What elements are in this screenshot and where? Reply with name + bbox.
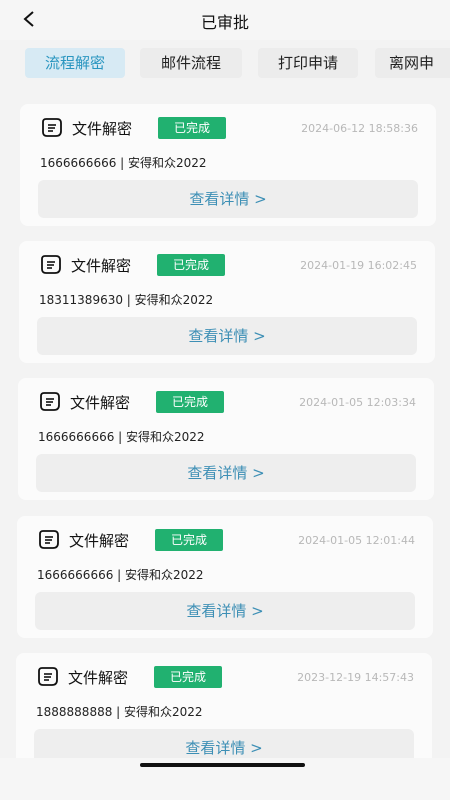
card-info: 1666666666 | 安得和众2022 [40,156,207,170]
tab-offline-request[interactable]: 离网申 [375,48,450,78]
status-badge: 已完成 [157,254,225,276]
status-badge: 已完成 [158,117,226,139]
approval-card: 文件解密 已完成 2024-01-19 16:02:45 18311389630… [19,241,435,363]
tab-process-decrypt[interactable]: 流程解密 [25,48,125,78]
document-icon [40,117,64,139]
card-title: 文件解密 [68,669,129,687]
document-icon [38,391,62,413]
approval-card: 文件解密 已完成 2024-01-05 12:01:44 1666666666 … [17,516,433,638]
card-title: 文件解密 [69,532,130,550]
card-title: 文件解密 [72,120,133,138]
home-indicator[interactable] [140,763,305,767]
document-icon [39,254,63,276]
status-badge: 已完成 [156,391,224,413]
bottom-bar [0,758,450,800]
card-title: 文件解密 [70,394,131,412]
timestamp: 2024-01-19 16:02:45 [300,259,417,272]
card-title: 文件解密 [71,257,132,275]
card-info: 1888888888 | 安得和众2022 [36,705,203,719]
card-info: 18311389630 | 安得和众2022 [39,293,214,307]
top-bar: 已审批 [0,0,450,40]
view-details-button[interactable]: 查看详情 > [38,180,418,218]
approval-card: 文件解密 已完成 2024-06-12 18:58:36 1666666666 … [20,104,436,226]
tab-mail-process[interactable]: 邮件流程 [140,48,242,78]
status-badge: 已完成 [154,666,222,688]
timestamp: 2023-12-19 14:57:43 [297,671,414,684]
approval-card: 文件解密 已完成 2024-01-05 12:03:34 1666666666 … [18,378,434,500]
timestamp: 2024-01-05 12:01:44 [298,534,415,547]
view-details-button[interactable]: 查看详情 > [34,729,414,758]
card-info: 1666666666 | 安得和众2022 [37,568,204,582]
view-details-button[interactable]: 查看详情 > [35,592,415,630]
timestamp: 2024-06-12 18:58:36 [301,122,418,135]
view-details-button[interactable]: 查看详情 > [36,454,416,492]
timestamp: 2024-01-05 12:03:34 [299,396,416,409]
tab-bar: 流程解密 邮件流程 打印申请 离网申 [0,42,450,88]
status-badge: 已完成 [155,529,223,551]
approval-list: 文件解密 已完成 2024-06-12 18:58:36 1666666666 … [0,88,450,758]
approval-card: 文件解密 已完成 2023-12-19 14:57:43 1888888888 … [16,653,432,758]
document-icon [37,529,61,551]
card-info: 1666666666 | 安得和众2022 [38,430,205,444]
document-icon [36,666,60,688]
view-details-button[interactable]: 查看详情 > [37,317,417,355]
page-title: 已审批 [200,13,249,32]
tab-print-request[interactable]: 打印申请 [258,48,358,78]
